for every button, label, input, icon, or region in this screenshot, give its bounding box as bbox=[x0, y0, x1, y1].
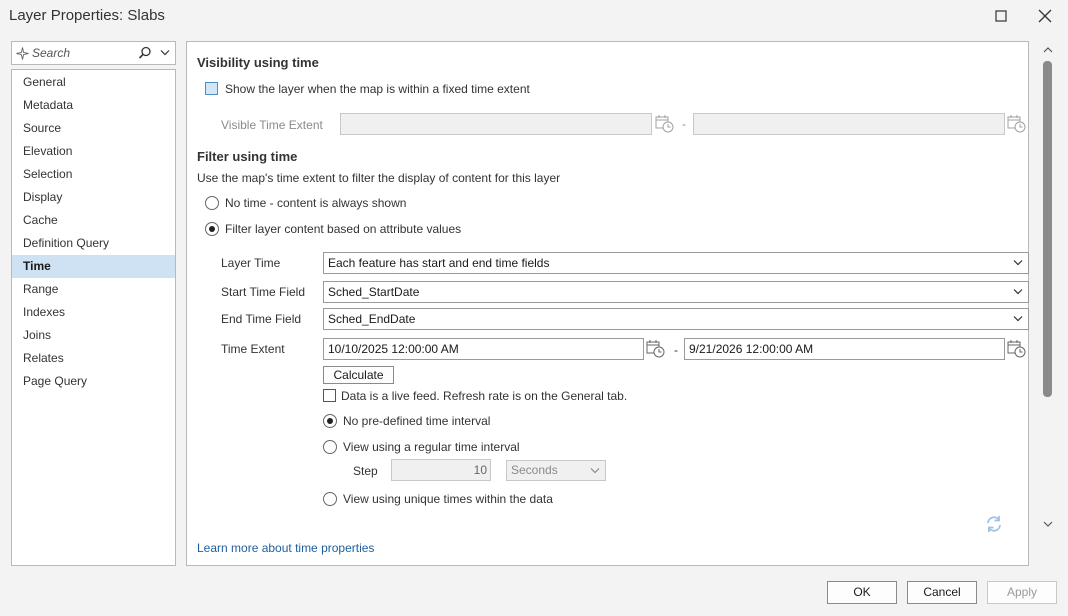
chevron-down-icon[interactable] bbox=[160, 49, 170, 57]
nav-item-definition-query[interactable]: Definition Query bbox=[12, 232, 175, 255]
cancel-button[interactable]: Cancel bbox=[907, 581, 977, 604]
calendar-clock-icon[interactable] bbox=[1007, 339, 1027, 359]
visible-extent-label: Visible Time Extent bbox=[221, 118, 323, 132]
calculate-button[interactable]: Calculate bbox=[323, 366, 394, 384]
regular-interval-label: View using a regular time interval bbox=[343, 440, 520, 454]
time-extent-start-field[interactable]: 10/10/2025 12:00:00 AM bbox=[323, 338, 644, 360]
no-interval-label: No pre-defined time interval bbox=[343, 414, 491, 428]
nav-item-selection[interactable]: Selection bbox=[12, 163, 175, 186]
property-nav: General Metadata Source Elevation Selection D… bbox=[11, 69, 176, 566]
visible-extent-end-field bbox=[693, 113, 1005, 135]
filter-description: Use the map's time extent to filter the … bbox=[197, 171, 561, 185]
visible-extent-separator: - bbox=[682, 117, 686, 131]
regular-interval-radio[interactable] bbox=[323, 440, 337, 454]
time-extent-label: Time Extent bbox=[221, 342, 285, 356]
no-time-label: No time - content is always shown bbox=[225, 196, 407, 210]
filter-heading: Filter using time bbox=[197, 149, 298, 164]
ok-button[interactable]: OK bbox=[827, 581, 897, 604]
chevron-down-icon bbox=[1012, 253, 1024, 273]
search-input[interactable] bbox=[32, 44, 142, 62]
refresh-icon[interactable] bbox=[985, 515, 1003, 533]
nav-item-source[interactable]: Source bbox=[12, 117, 175, 140]
chevron-up-icon[interactable] bbox=[1043, 46, 1053, 54]
scrollbar-thumb[interactable] bbox=[1043, 61, 1052, 397]
step-label: Step bbox=[353, 464, 378, 478]
unique-times-radio[interactable] bbox=[323, 492, 337, 506]
panel-scrollbar[interactable] bbox=[1041, 42, 1055, 534]
layer-time-select[interactable]: Each feature has start and end time fiel… bbox=[323, 252, 1029, 274]
visibility-heading: Visibility using time bbox=[197, 55, 319, 70]
close-button[interactable] bbox=[1034, 5, 1056, 27]
chevron-down-icon bbox=[1012, 282, 1024, 302]
no-interval-radio[interactable] bbox=[323, 414, 337, 428]
start-field-select[interactable]: Sched_StartDate bbox=[323, 281, 1029, 303]
start-field-label: Start Time Field bbox=[221, 285, 306, 299]
nav-item-page-query[interactable]: Page Query bbox=[12, 370, 175, 393]
window-title: Layer Properties: Slabs bbox=[9, 7, 165, 24]
step-unit-value: Seconds bbox=[511, 463, 558, 477]
chevron-down-icon bbox=[1012, 309, 1024, 329]
layer-time-value: Each feature has start and end time fiel… bbox=[328, 256, 550, 270]
maximize-icon bbox=[995, 10, 1007, 22]
no-time-radio[interactable] bbox=[205, 196, 219, 210]
learn-more-link[interactable]: Learn more about time properties bbox=[197, 541, 374, 555]
nav-item-metadata[interactable]: Metadata bbox=[12, 94, 175, 117]
step-unit-select: Seconds bbox=[506, 460, 606, 481]
time-extent-end-field[interactable]: 9/21/2026 12:00:00 AM bbox=[684, 338, 1005, 360]
search-box bbox=[11, 41, 176, 65]
nav-item-joins[interactable]: Joins bbox=[12, 324, 175, 347]
chevron-down-icon bbox=[589, 461, 601, 481]
sparkle-icon bbox=[16, 47, 29, 60]
calendar-clock-icon[interactable] bbox=[646, 339, 666, 359]
start-field-value: Sched_StartDate bbox=[328, 285, 420, 299]
unique-times-label: View using unique times within the data bbox=[343, 492, 553, 506]
step-value-field: 10 bbox=[391, 459, 491, 481]
nav-item-indexes[interactable]: Indexes bbox=[12, 301, 175, 324]
apply-button: Apply bbox=[987, 581, 1057, 604]
maximize-button[interactable] bbox=[990, 5, 1012, 27]
nav-item-general[interactable]: General bbox=[12, 71, 175, 94]
nav-item-cache[interactable]: Cache bbox=[12, 209, 175, 232]
nav-item-display[interactable]: Display bbox=[12, 186, 175, 209]
layer-time-label: Layer Time bbox=[221, 256, 281, 270]
close-icon bbox=[1038, 9, 1052, 23]
nav-item-elevation[interactable]: Elevation bbox=[12, 140, 175, 163]
calendar-clock-icon bbox=[655, 114, 675, 134]
visible-extent-start-field bbox=[340, 113, 652, 135]
attribute-filter-label: Filter layer content based on attribute … bbox=[225, 222, 462, 236]
fixed-extent-checkbox[interactable] bbox=[205, 82, 218, 95]
time-extent-separator: - bbox=[674, 343, 678, 357]
end-field-select[interactable]: Sched_EndDate bbox=[323, 308, 1029, 330]
nav-item-time[interactable]: Time bbox=[12, 255, 175, 278]
attribute-filter-radio[interactable] bbox=[205, 222, 219, 236]
search-icon[interactable] bbox=[138, 46, 152, 60]
fixed-extent-label: Show the layer when the map is within a … bbox=[225, 82, 530, 96]
chevron-down-icon[interactable] bbox=[1043, 520, 1053, 528]
live-feed-checkbox[interactable] bbox=[323, 389, 336, 402]
end-field-label: End Time Field bbox=[221, 312, 302, 326]
end-field-value: Sched_EndDate bbox=[328, 312, 416, 326]
nav-item-relates[interactable]: Relates bbox=[12, 347, 175, 370]
live-feed-label: Data is a live feed. Refresh rate is on … bbox=[341, 389, 628, 403]
nav-item-range[interactable]: Range bbox=[12, 278, 175, 301]
calendar-clock-icon bbox=[1007, 114, 1027, 134]
